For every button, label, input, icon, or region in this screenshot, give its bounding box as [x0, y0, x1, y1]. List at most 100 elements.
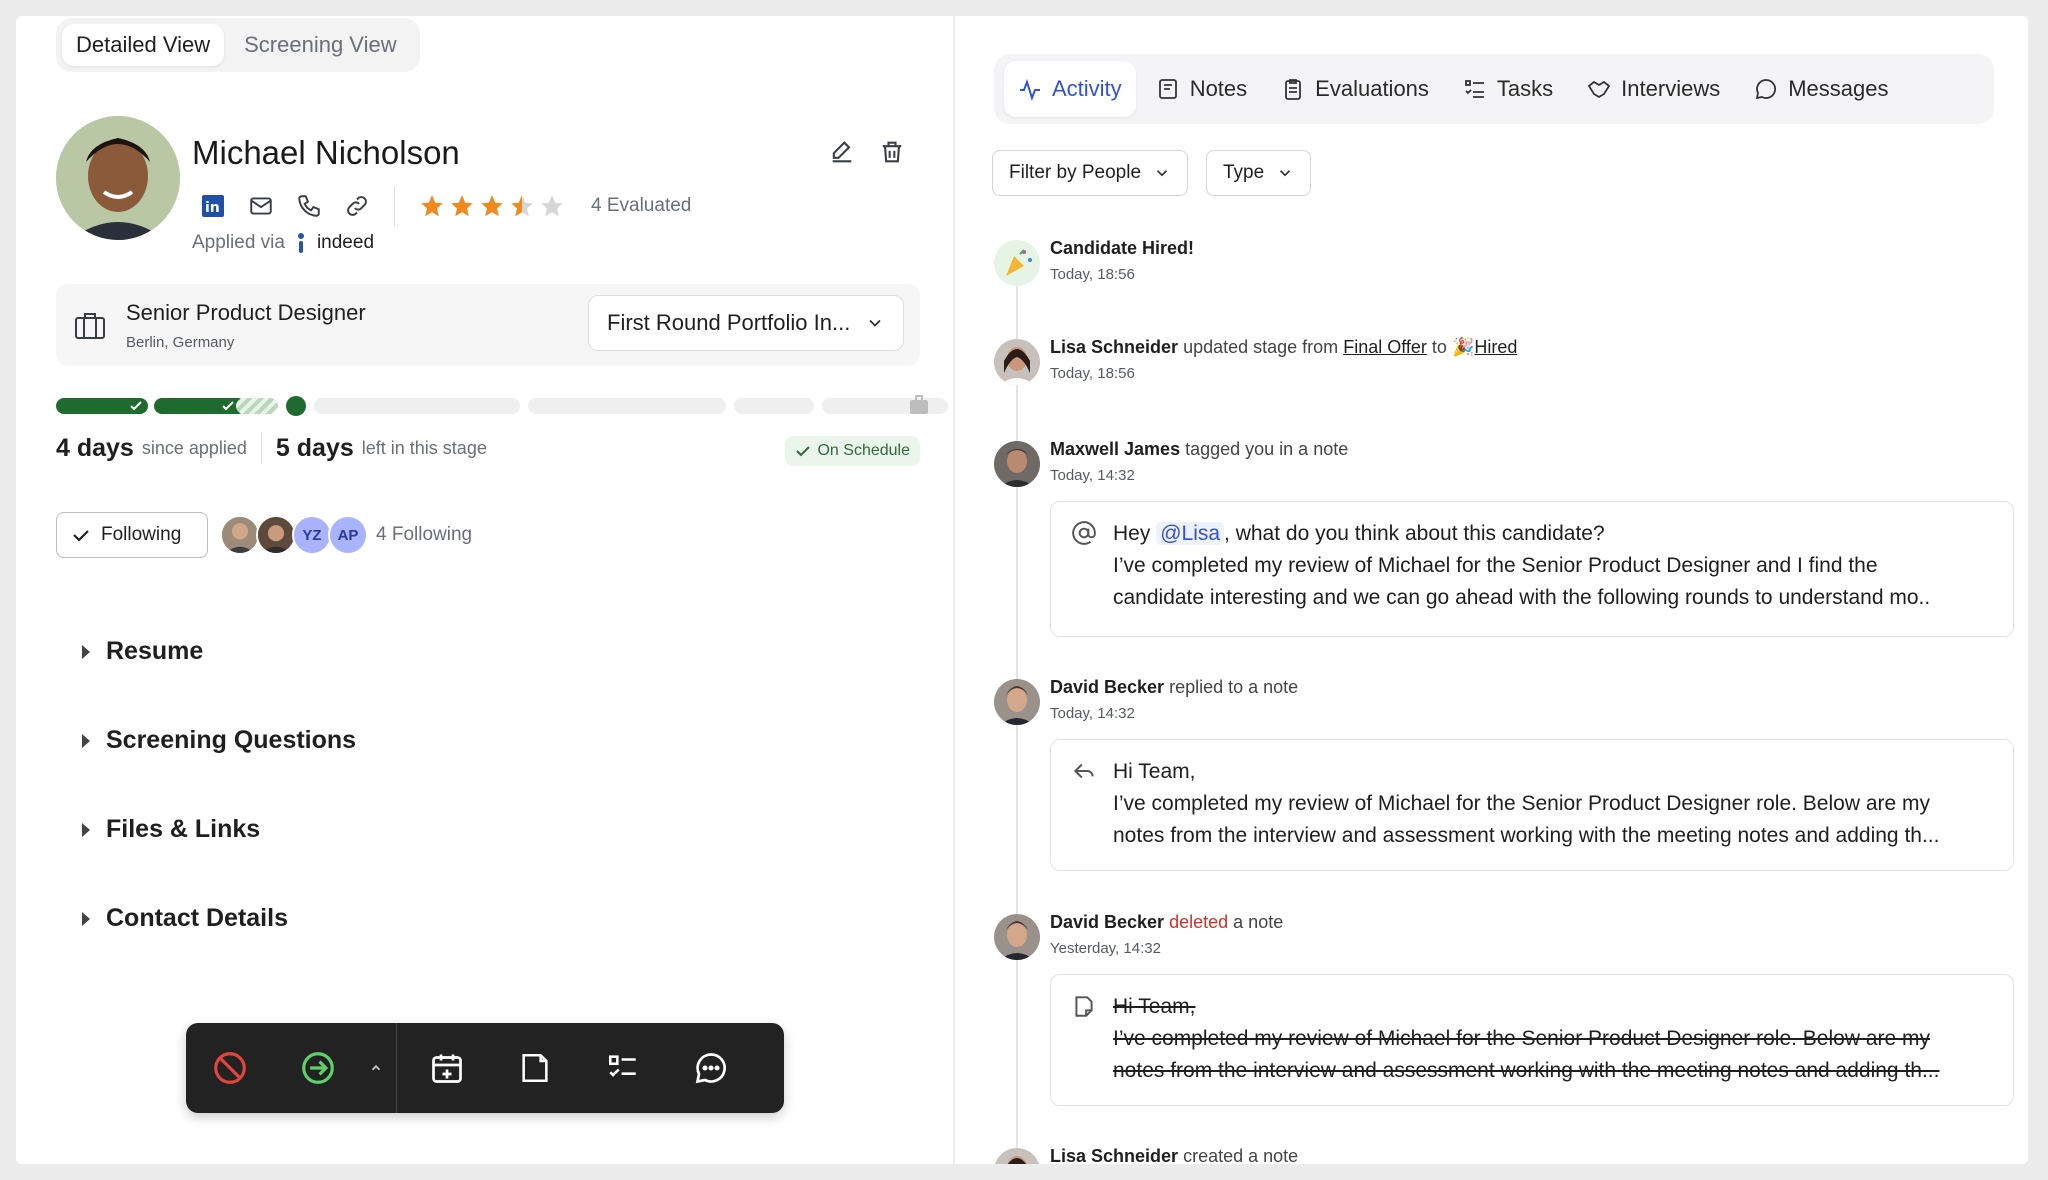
more-stages-button[interactable]: [362, 1023, 390, 1113]
activity-headline: Candidate Hired!: [1050, 238, 1195, 258]
since-applied-label: since applied: [141, 437, 247, 458]
section-title: Screening Questions: [106, 726, 357, 754]
section-files-links[interactable]: Files & Links: [82, 815, 260, 844]
stage-select[interactable]: First Round Portfolio In...: [588, 295, 904, 351]
chevron-down-icon: [869, 319, 881, 327]
activity-user[interactable]: Lisa Schneider: [1050, 1146, 1178, 1164]
progress-segment: [314, 398, 520, 414]
move-stage-button[interactable]: [274, 1023, 362, 1113]
tab-detailed-view[interactable]: Detailed View: [62, 24, 225, 66]
block-icon: [214, 1052, 246, 1084]
note-line: Hi Team,: [1113, 995, 1196, 1018]
activity-time: Yesterday, 14:32: [1050, 940, 1161, 957]
progress-current-dot: [286, 396, 306, 416]
job-location: Berlin, Germany: [126, 334, 235, 351]
tab-label: Evaluations: [1315, 76, 1429, 101]
section-screening-questions[interactable]: Screening Questions: [82, 726, 356, 755]
edit-icon[interactable]: [828, 138, 860, 170]
briefcase-icon: [75, 313, 105, 339]
trash-icon[interactable]: [878, 138, 910, 170]
reject-button[interactable]: [186, 1023, 274, 1113]
task-list-icon: [1465, 80, 1484, 98]
stage-to-link[interactable]: Hired: [1474, 337, 1517, 357]
note-card-deleted[interactable]: Hi Team, I’ve completed my review of Mic…: [1050, 974, 2014, 1106]
mail-icon[interactable]: [244, 189, 278, 223]
reply-icon: [1073, 763, 1094, 779]
star-empty-icon: [541, 195, 563, 217]
activity-time: Today, 18:56: [1050, 266, 1135, 283]
note-line: notes from the interview and assessment …: [1113, 1059, 1940, 1082]
followers-avatars[interactable]: YZ AP 4 Following: [220, 515, 472, 555]
activity-title: Lisa Schneider created a note: [1050, 1146, 1298, 1164]
star-icon: [421, 195, 443, 217]
evaluated-count[interactable]: 4 Evaluated: [591, 195, 691, 217]
activity-user[interactable]: David Becker: [1050, 677, 1164, 697]
schedule-button[interactable]: [403, 1023, 491, 1113]
applied-label: Applied via: [192, 232, 285, 253]
status-badge: On Schedule: [785, 436, 920, 466]
tab-notes[interactable]: Notes: [1142, 61, 1261, 117]
activity-text: replied to a note: [1169, 677, 1299, 697]
filter-by-people-dropdown[interactable]: Filter by People: [992, 150, 1189, 196]
stage-from-link[interactable]: Final Offer: [1343, 337, 1427, 357]
deleted-note-icon: [1075, 996, 1093, 1017]
activity-user[interactable]: Lisa Schneider: [1050, 337, 1178, 357]
note-line: I’ve completed my review of Michael for …: [1113, 792, 1931, 815]
progress-segment: [528, 398, 726, 414]
view-tabs: Detailed View Screening View: [56, 18, 420, 72]
rating-stars[interactable]: [419, 193, 565, 219]
check-icon: [130, 401, 142, 411]
chevron-up-icon: [371, 1065, 381, 1071]
source-name: indeed: [316, 232, 375, 253]
handshake-icon: [1587, 80, 1611, 99]
linkedin-icon[interactable]: in: [196, 189, 230, 223]
section-title: Resume: [106, 637, 204, 665]
activity-time: Today, 14:32: [1050, 705, 1135, 722]
note-card[interactable]: Hi Team, I’ve completed my review of Mic…: [1050, 739, 2014, 871]
tab-tasks[interactable]: Tasks: [1449, 61, 1567, 117]
party-icon: 🎉: [1451, 337, 1475, 357]
progress-segment: [734, 398, 814, 414]
app-frame: Detailed View Screening View Michael Nic…: [16, 16, 2028, 1164]
section-contact-details[interactable]: Contact Details: [82, 904, 288, 933]
stage-progress: [56, 392, 948, 418]
activity-user[interactable]: David Becker: [1050, 912, 1164, 932]
add-task-button[interactable]: [579, 1023, 667, 1113]
check-icon: [222, 401, 234, 411]
task-list-icon: [608, 1055, 636, 1077]
note-card[interactable]: Hey @Lisa, what do you think about this …: [1050, 501, 2014, 637]
notes-icon: [1158, 79, 1177, 99]
stage-days: 4 days since applied 5 days left in this…: [56, 428, 920, 468]
mention-tag[interactable]: @Lisa: [1156, 522, 1225, 545]
avatar: [220, 515, 260, 555]
message-button[interactable]: [667, 1023, 755, 1113]
link-icon[interactable]: [340, 189, 374, 223]
add-note-button[interactable]: [491, 1023, 579, 1113]
tab-interviews[interactable]: Interviews: [1573, 61, 1734, 117]
job-card: Senior Product Designer Berlin, Germany …: [56, 284, 920, 366]
tab-messages[interactable]: Messages: [1740, 61, 1902, 117]
type-filter-dropdown[interactable]: Type: [1206, 150, 1312, 196]
note-line: Hi Team,: [1113, 760, 1196, 783]
avatar: [994, 679, 1040, 725]
check-icon: [796, 446, 811, 457]
activity-title: Candidate Hired!: [1050, 238, 1194, 259]
note-text: , what do you think about this candidate…: [1224, 522, 1605, 545]
chat-icon: [1756, 79, 1777, 100]
job-title: Senior Product Designer: [126, 300, 366, 325]
activity-user[interactable]: Maxwell James: [1050, 439, 1180, 459]
progress-segment-current: [236, 398, 278, 414]
avatar: [994, 914, 1040, 960]
tab-screening-view[interactable]: Screening View: [230, 24, 410, 66]
avatar: [994, 441, 1040, 487]
note-line: I’ve completed my review of Michael for …: [1113, 554, 1878, 577]
tab-evaluations[interactable]: Evaluations: [1267, 61, 1443, 117]
phone-icon[interactable]: [292, 189, 326, 223]
caret-right-icon: [82, 733, 90, 748]
tab-activity[interactable]: Activity: [1004, 61, 1136, 117]
activity-text: to: [1431, 337, 1447, 357]
section-resume[interactable]: Resume: [82, 637, 203, 666]
following-button[interactable]: Following: [56, 512, 208, 558]
activity-text: updated stage from: [1183, 337, 1339, 357]
activity-text: tagged you in a note: [1185, 439, 1349, 459]
